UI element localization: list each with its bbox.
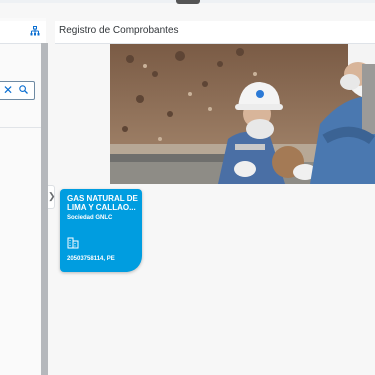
top-strip — [0, 0, 375, 4]
page-title: Registro de Comprobantes — [59, 25, 179, 36]
right-panel-header: Registro de Comprobantes — [55, 21, 375, 44]
tile-subtitle: Sociedad GNLC — [67, 215, 113, 221]
search-input[interactable]: ✕ — [0, 81, 35, 100]
hierarchy-icon[interactable] — [30, 26, 40, 36]
left-panel — [0, 18, 46, 375]
divider — [0, 127, 44, 128]
close-icon[interactable]: ✕ — [3, 83, 13, 98]
splitter-handle[interactable]: ❯ — [48, 185, 56, 209]
hero-image — [110, 44, 375, 184]
top-handle — [176, 0, 200, 4]
worker-photo — [110, 44, 375, 184]
search-icon[interactable] — [19, 85, 28, 94]
company-tile[interactable]: GAS NATURAL DE LIMA Y CALLAO... Sociedad… — [60, 189, 142, 272]
left-panel-header — [0, 21, 46, 44]
tile-tax-id: 20503758114, PE — [67, 256, 115, 262]
panel-splitter[interactable] — [41, 43, 48, 375]
building-icon — [67, 237, 79, 249]
tile-title: GAS NATURAL DE LIMA Y CALLAO... — [67, 194, 138, 212]
